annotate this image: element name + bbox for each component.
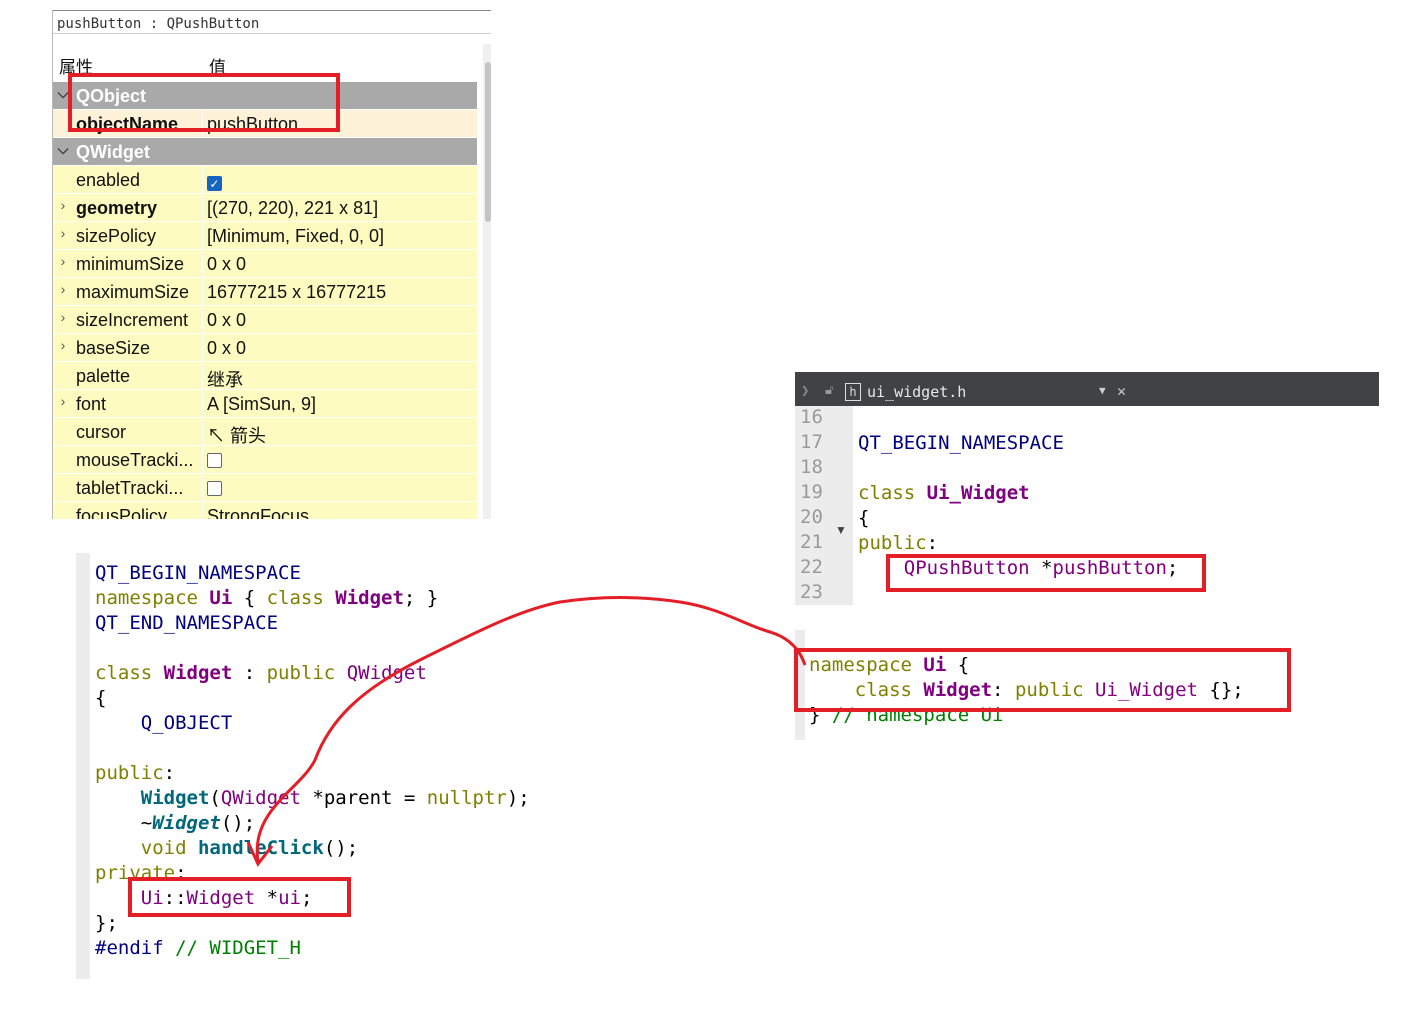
arrow-head (246, 841, 274, 867)
annotation-arrow-curve (246, 596, 807, 867)
arrow-path (255, 596, 807, 863)
